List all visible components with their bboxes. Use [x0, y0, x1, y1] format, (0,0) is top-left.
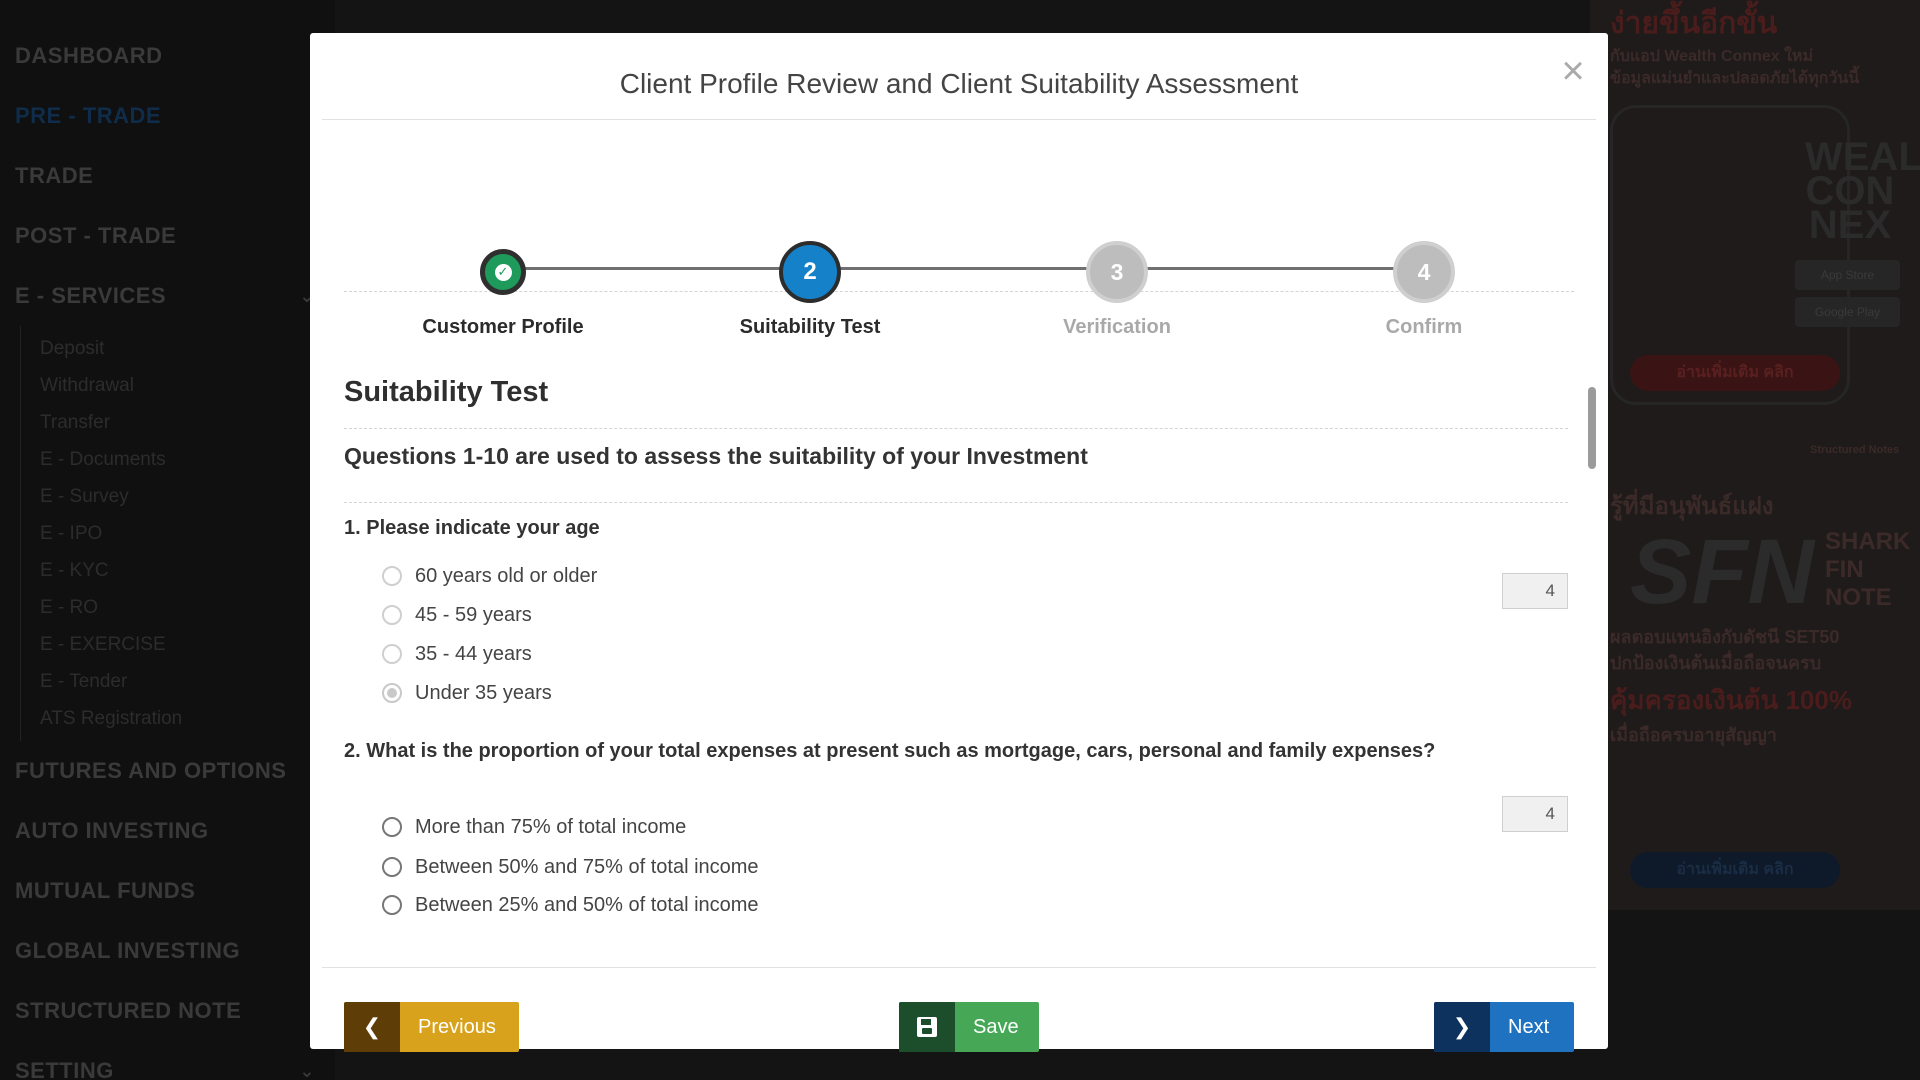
menu-item-trade: TRADE	[15, 163, 94, 188]
ad-desc-1: ผลตอบแทนอิงกับดัชนี SET50	[1610, 627, 1840, 647]
question-2-option-3[interactable]: Between 25% and 50% of total income	[382, 890, 759, 920]
next-button[interactable]: ❯ Next	[1434, 1002, 1574, 1052]
save-button[interactable]: Save	[899, 1002, 1039, 1052]
submenu-item-e-ipo: E - IPO	[0, 511, 335, 556]
radio-button[interactable]	[382, 857, 402, 877]
question-2-option-2[interactable]: Between 50% and 75% of total income	[382, 852, 759, 882]
previous-button[interactable]: ❮ Previous	[344, 1002, 519, 1052]
background-sidebar: DASHBOARD PRE - TRADE TRADE POST - TRADE…	[0, 0, 335, 1080]
option-label: More than 75% of total income	[415, 815, 687, 838]
save-button-label: Save	[973, 1015, 1019, 1038]
question-1-option-1[interactable]: 60 years old or older	[382, 561, 597, 591]
question-2-text: 2. What is the proportion of your total …	[344, 740, 1436, 762]
menu-item-dashboard: DASHBOARD	[15, 43, 163, 68]
menu-item-mutual-funds: MUTUAL FUNDS	[15, 878, 196, 903]
ad-desc-3: คุ้มครองเงินต้น 100%	[1610, 685, 1852, 715]
close-icon[interactable]: ×	[1555, 51, 1591, 91]
menu-item-structured-note: STRUCTURED NOTE	[15, 998, 242, 1023]
modal-footer: ❮ Previous Save ❯ Next	[322, 967, 1596, 1052]
section-title: Suitability Test	[344, 376, 549, 408]
ad-brand-logo: WEALTH CON NEX	[1805, 135, 1920, 247]
option-label: 60 years old or older	[415, 564, 598, 587]
previous-button-label: Previous	[418, 1015, 496, 1038]
menu-item-futures-and-options: FUTURES AND OPTIONS	[15, 758, 287, 783]
submenu-item-deposit: Deposit	[0, 326, 335, 371]
question-2-option-1[interactable]: More than 75% of total income	[382, 812, 686, 842]
ad-tag: Structured Notes	[1810, 444, 1900, 456]
menu-item-setting: SETTING	[0, 1053, 335, 1080]
submenu-item-e-ro: E - RO	[0, 585, 335, 630]
ad-cta-button-2: อ่านเพิ่มเติม คลิก	[1630, 852, 1840, 888]
ad-headline: ง่ายขึ้นอีกขั้น	[1610, 7, 1778, 40]
submenu-item-withdrawal: Withdrawal	[0, 363, 335, 408]
submenu-item-e-documents: E - Documents	[0, 437, 335, 482]
question-2-score: 4	[1502, 796, 1568, 832]
next-button-label: Next	[1508, 1015, 1550, 1038]
option-label: 45 - 59 years	[415, 603, 532, 626]
submenu-item-e-exercise: E - EXERCISE	[0, 622, 335, 667]
e-services-submenu: Deposit Withdrawal Transfer E - Document…	[0, 326, 335, 741]
submenu-item-ats-registration: ATS Registration	[0, 696, 335, 741]
submenu-item-e-kyc: E - KYC	[0, 548, 335, 593]
radio-button[interactable]	[382, 817, 402, 837]
menu-item-e-services: E - SERVICES	[0, 278, 335, 338]
radio-button[interactable]	[382, 605, 402, 625]
menu-item-post-trade: POST - TRADE	[15, 223, 177, 248]
questionnaire-subtitle: Questions 1-10 are used to assess the su…	[344, 443, 1088, 469]
chevron-left-icon: ❮	[344, 1002, 400, 1052]
question-1-option-2[interactable]: 45 - 59 years	[382, 600, 532, 630]
menu-item-pre-trade: PRE - TRADE	[15, 103, 162, 128]
app-store-badge: App Store	[1795, 260, 1900, 290]
floppy-disk-icon	[899, 1002, 955, 1052]
question-1-option-4[interactable]: Under 35 years	[382, 678, 552, 708]
option-label: Between 25% and 50% of total income	[415, 893, 759, 916]
option-label: Under 35 years	[415, 681, 552, 704]
suitability-modal: Client Profile Review and Client Suitabi…	[310, 33, 1608, 1052]
option-label: Between 50% and 75% of total income	[415, 855, 759, 878]
ad-desc-2: ปกป้องเงินต้นเมื่อถือจนครบ	[1610, 653, 1822, 673]
radio-button[interactable]	[382, 566, 402, 586]
ad-big-logo: SFN	[1630, 521, 1814, 623]
menu-item-global-investing: GLOBAL INVESTING	[15, 938, 241, 963]
step-progress: ✓ Customer Profile 2 Suitability Test 3 …	[344, 120, 1574, 338]
modal-body-scroll[interactable]: Suitability Test Questions 1-10 are used…	[344, 294, 1596, 967]
radio-button-selected[interactable]	[382, 683, 402, 703]
question-1-option-3[interactable]: 35 - 44 years	[382, 639, 532, 669]
submenu-item-transfer: Transfer	[0, 400, 335, 445]
background-ad-banner: ง่ายขึ้นอีกขั้น กับแอป Wealth Connex ใหม…	[1590, 0, 1920, 910]
radio-button[interactable]	[382, 895, 402, 915]
divider	[344, 502, 1568, 503]
checkmark-icon: ✓	[494, 263, 512, 281]
question-1-score: 4	[1502, 573, 1568, 609]
ad-line-2: ข้อมูลแม่นยำและปลอดภัยได้ทุกวันนี้	[1610, 70, 1860, 87]
ad-big-side: SHARK FIN NOTE	[1825, 528, 1911, 611]
step-connector	[504, 267, 1432, 270]
menu-item-auto-investing: AUTO INVESTING	[15, 818, 209, 843]
modal-header: Client Profile Review and Client Suitabi…	[322, 33, 1596, 120]
ad-cta-button-1: อ่านเพิ่มเติม คลิก	[1630, 355, 1840, 391]
modal-title: Client Profile Review and Client Suitabi…	[619, 68, 1299, 99]
ad-desc-4: เมื่อถือครบอายุสัญญา	[1610, 725, 1777, 745]
submenu-item-e-survey: E - Survey	[0, 474, 335, 519]
chevron-right-icon: ❯	[1434, 1002, 1490, 1052]
option-label: 35 - 44 years	[415, 642, 532, 665]
radio-button[interactable]	[382, 644, 402, 664]
step-done-circle: ✓	[480, 249, 526, 295]
google-play-badge: Google Play	[1795, 297, 1900, 327]
scrollbar-thumb[interactable]	[1588, 387, 1596, 469]
submenu-item-e-tender: E - Tender	[0, 659, 335, 704]
question-1-text: 1. Please indicate your age	[344, 517, 600, 539]
divider	[344, 428, 1568, 429]
